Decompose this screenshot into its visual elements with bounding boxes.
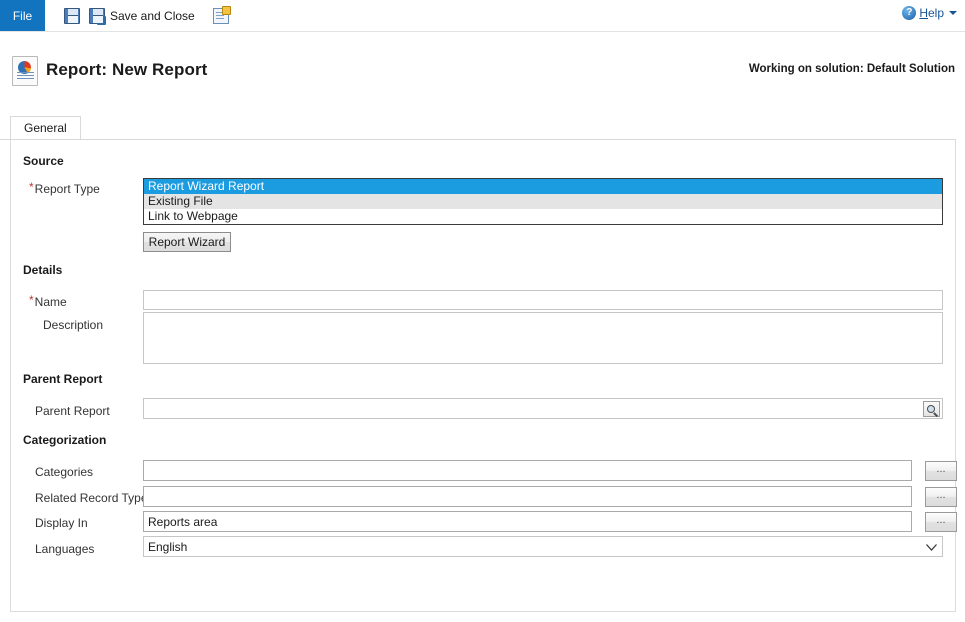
listbox-option-existing-file[interactable]: Existing File	[144, 194, 942, 209]
required-indicator-name: *	[29, 293, 34, 307]
label-report-type-text: Report Type	[34, 182, 100, 196]
section-title-details: Details	[23, 263, 63, 277]
listbox-option-link-to-webpage-label: Link to Webpage	[148, 209, 238, 223]
save-and-close-label: Save and Close	[110, 8, 195, 23]
lookup-icon[interactable]	[923, 401, 940, 417]
required-indicator-report-type: *	[29, 180, 34, 194]
save-button[interactable]	[58, 3, 86, 29]
tab-general-label: General	[24, 121, 67, 135]
tab-strip-underline	[0, 139, 10, 140]
help-accelerator: H	[919, 6, 928, 20]
help-label-rest: elp	[927, 6, 944, 20]
solution-context-label: Working on solution: Default Solution	[748, 63, 955, 75]
tab-general[interactable]: General	[10, 116, 81, 139]
parent-report-lookup-field[interactable]	[143, 398, 943, 419]
listbox-option-report-wizard-report[interactable]: Report Wizard Report	[144, 179, 942, 194]
form-body: Source *Report Type Report Wizard Report…	[10, 139, 957, 612]
file-tab[interactable]: File	[0, 0, 45, 31]
close-x-badge-icon: x	[97, 15, 106, 25]
chevron-down-icon	[949, 11, 957, 15]
parent-report-input[interactable]	[144, 399, 922, 418]
description-textarea[interactable]	[143, 312, 943, 364]
section-title-source: Source	[23, 154, 64, 168]
label-related-record-types: Related Record Types	[35, 491, 154, 505]
file-tab-label: File	[12, 8, 33, 23]
document-lines-glyph	[17, 72, 34, 81]
listbox-option-existing-file-label: Existing File	[148, 194, 213, 208]
help-button[interactable]: ? Help	[902, 6, 957, 20]
new-report-button[interactable]	[206, 3, 236, 29]
new-badge-icon	[221, 5, 231, 15]
label-categories: Categories	[35, 465, 94, 479]
label-display-in: Display In	[35, 516, 88, 530]
help-label: Help	[919, 6, 944, 20]
categories-browse-button[interactable]: ...	[925, 461, 957, 481]
help-icon: ?	[902, 6, 917, 20]
label-report-type: *Report Type	[29, 180, 100, 196]
page-title: Report: New Report	[46, 60, 208, 79]
new-report-icon	[212, 5, 231, 24]
tab-strip: General	[10, 116, 956, 139]
label-name: *Name	[29, 293, 67, 309]
listbox-option-link-to-webpage[interactable]: Link to Webpage	[144, 209, 942, 224]
label-name-text: Name	[34, 295, 67, 309]
name-input[interactable]	[143, 290, 943, 310]
command-bar: File x Save and Close ? Help	[0, 0, 965, 32]
report-icon	[12, 56, 38, 86]
save-icon	[64, 7, 80, 24]
magnifier-handle-glyph	[933, 412, 939, 417]
label-parent-report: Parent Report	[35, 404, 110, 418]
report-wizard-button[interactable]: Report Wizard	[143, 232, 231, 252]
related-record-types-input[interactable]	[143, 486, 912, 507]
section-title-categorization: Categorization	[23, 433, 107, 447]
save-and-close-button[interactable]: x Save and Close	[86, 3, 198, 29]
command-button-group: x Save and Close	[58, 0, 236, 31]
label-description: Description	[43, 318, 104, 332]
languages-select[interactable]: English	[143, 536, 943, 557]
section-title-parent-report: Parent Report	[23, 372, 103, 386]
label-languages: Languages	[35, 542, 95, 556]
display-in-input[interactable]	[143, 511, 912, 532]
report-type-listbox[interactable]: Report Wizard Report Existing File Link …	[143, 178, 943, 225]
save-and-close-icon: x	[89, 7, 106, 25]
categories-input[interactable]	[143, 460, 912, 481]
related-record-types-browse-button[interactable]: ...	[925, 487, 957, 507]
listbox-option-report-wizard-report-label: Report Wizard Report	[148, 179, 265, 193]
record-header: Report: New Report Working on solution: …	[0, 32, 965, 110]
display-in-browse-button[interactable]: ...	[925, 512, 957, 532]
